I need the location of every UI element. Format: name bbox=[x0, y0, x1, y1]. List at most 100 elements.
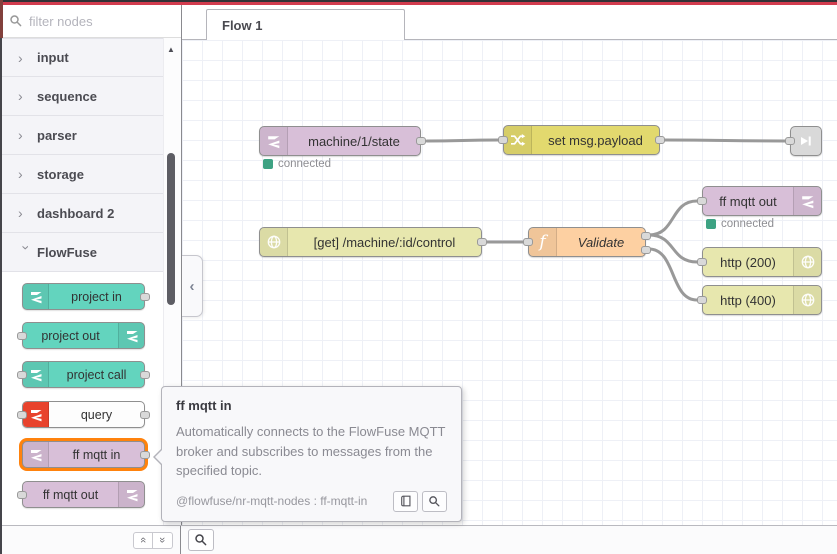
zoom-search-button[interactable] bbox=[188, 529, 214, 551]
category-label: sequence bbox=[37, 88, 97, 104]
output-port[interactable] bbox=[140, 410, 150, 419]
node-tooltip: ff mqtt in Automatically connects to the… bbox=[153, 386, 462, 522]
category-sequence[interactable]: › sequence bbox=[0, 77, 163, 116]
output-port[interactable] bbox=[140, 370, 150, 379]
search-input[interactable] bbox=[29, 13, 159, 29]
category-label: FlowFuse bbox=[37, 244, 97, 260]
wire[interactable] bbox=[425, 138, 500, 143]
chevron-down-icon: › bbox=[18, 245, 35, 250]
input-port[interactable] bbox=[17, 410, 27, 419]
input-port[interactable] bbox=[697, 197, 707, 205]
node-label: http (200) bbox=[720, 254, 776, 270]
category-label: dashboard 2 bbox=[37, 205, 115, 221]
palette-node-ff-mqtt-out[interactable]: ff mqtt out bbox=[17, 481, 145, 508]
output-port[interactable] bbox=[477, 238, 487, 246]
globe-icon bbox=[260, 228, 288, 256]
input-port[interactable] bbox=[498, 136, 508, 144]
palette-categories: › input › sequence › parser › storage › … bbox=[0, 38, 163, 272]
node-link-out[interactable] bbox=[785, 126, 822, 156]
header-accent-bar bbox=[0, 0, 837, 5]
node-status: connected bbox=[263, 158, 331, 170]
chevron-right-icon: › bbox=[18, 127, 23, 143]
input-port[interactable] bbox=[785, 137, 795, 145]
category-dashboard-2[interactable]: › dashboard 2 bbox=[0, 194, 163, 233]
flow-tab-bar: Flow 1 bbox=[182, 5, 837, 40]
flowfuse-icon bbox=[118, 482, 144, 507]
node-red-editor: › input › sequence › parser › storage › … bbox=[0, 0, 837, 554]
node-http-response-200[interactable]: http (200) bbox=[697, 247, 822, 277]
palette-collapse-button[interactable]: ‹ bbox=[182, 255, 203, 317]
status-dot-icon bbox=[263, 159, 273, 169]
palette-node-project-out[interactable]: project out bbox=[17, 322, 145, 349]
node-function-validate[interactable]: f Validate bbox=[523, 227, 651, 257]
find-in-workspace-button[interactable] bbox=[422, 490, 447, 512]
search-icon bbox=[429, 495, 440, 506]
output-port-2[interactable] bbox=[641, 246, 651, 254]
node-http-in-get-machine-id-control[interactable]: [get] /machine/:id/control bbox=[259, 227, 487, 257]
category-parser[interactable]: › parser bbox=[0, 116, 163, 155]
input-port[interactable] bbox=[17, 490, 27, 499]
book-icon bbox=[400, 495, 411, 507]
status-text: connected bbox=[278, 158, 332, 170]
chevron-left-icon: ‹ bbox=[189, 277, 195, 295]
node-label: Validate bbox=[577, 234, 625, 250]
wire[interactable] bbox=[647, 247, 699, 302]
palette-scrollbar-thumb[interactable] bbox=[167, 153, 175, 305]
double-chevron-down-icon: » bbox=[156, 536, 169, 544]
window-left-edge-accent bbox=[0, 0, 3, 38]
node-ff-mqtt-in-machine-1-state[interactable]: machine/1/state bbox=[259, 126, 426, 156]
wire[interactable] bbox=[647, 233, 699, 264]
output-port[interactable] bbox=[655, 136, 665, 144]
flowfuse-icon bbox=[260, 127, 288, 155]
category-storage[interactable]: › storage bbox=[0, 155, 163, 194]
tab-flow-1[interactable]: Flow 1 bbox=[206, 9, 405, 40]
node-label: ff mqtt out bbox=[719, 193, 777, 209]
category-label: parser bbox=[37, 127, 77, 143]
node-change-set-msg-payload[interactable]: set msg.payload bbox=[498, 125, 665, 155]
output-port[interactable] bbox=[416, 137, 426, 145]
output-port[interactable] bbox=[140, 450, 150, 459]
tab-label: Flow 1 bbox=[222, 17, 263, 33]
open-docs-button[interactable] bbox=[393, 490, 418, 512]
palette-node-label: ff mqtt out bbox=[42, 487, 99, 502]
footer-bar: « » bbox=[0, 525, 837, 554]
palette-node-label: project call bbox=[66, 367, 127, 382]
chevron-right-icon: › bbox=[18, 166, 23, 182]
node-http-response-400[interactable]: http (400) bbox=[697, 285, 822, 315]
canvas-footer bbox=[182, 526, 214, 554]
palette-node-project-call[interactable]: project call bbox=[17, 361, 150, 388]
wire[interactable] bbox=[647, 199, 699, 237]
palette-search[interactable] bbox=[0, 5, 181, 38]
tooltip-description: Automatically connects to the FlowFuse M… bbox=[176, 424, 446, 478]
flowfuse-icon bbox=[23, 442, 49, 467]
category-label: input bbox=[37, 50, 69, 65]
tooltip-module-name: @flowfuse/nr-mqtt-nodes : ff-mqtt-in bbox=[176, 494, 368, 508]
input-port[interactable] bbox=[523, 238, 533, 246]
input-port[interactable] bbox=[17, 331, 27, 340]
node-label: machine/1/state bbox=[308, 133, 400, 149]
scroll-up-icon[interactable]: ▲ bbox=[167, 45, 175, 54]
palette-node-ff-mqtt-in[interactable]: ff mqtt in bbox=[22, 441, 150, 468]
category-flowfuse[interactable]: › FlowFuse bbox=[0, 233, 163, 272]
output-port-1[interactable] bbox=[641, 232, 651, 240]
expand-all-categories-button[interactable]: » bbox=[153, 531, 173, 549]
wire[interactable] bbox=[663, 138, 787, 143]
node-ff-mqtt-out[interactable]: ff mqtt out bbox=[697, 186, 822, 216]
category-label: storage bbox=[37, 166, 84, 182]
palette-node-project-in[interactable]: project in bbox=[22, 283, 150, 310]
flowfuse-icon bbox=[118, 323, 144, 348]
chevron-right-icon: › bbox=[18, 205, 23, 221]
input-port[interactable] bbox=[697, 296, 707, 304]
flowfuse-icon bbox=[23, 284, 49, 309]
function-icon: f bbox=[529, 228, 557, 256]
category-input[interactable]: › input bbox=[0, 38, 163, 77]
input-port[interactable] bbox=[17, 370, 27, 379]
collapse-all-categories-button[interactable]: « bbox=[133, 531, 153, 549]
palette-footer: « » bbox=[0, 526, 181, 554]
palette-node-query[interactable]: query bbox=[17, 401, 150, 428]
output-port[interactable] bbox=[140, 292, 150, 301]
input-port[interactable] bbox=[697, 258, 707, 266]
window-left-edge bbox=[0, 0, 2, 554]
palette-node-label: ff mqtt in bbox=[72, 447, 121, 462]
link-out-icon bbox=[791, 127, 821, 155]
